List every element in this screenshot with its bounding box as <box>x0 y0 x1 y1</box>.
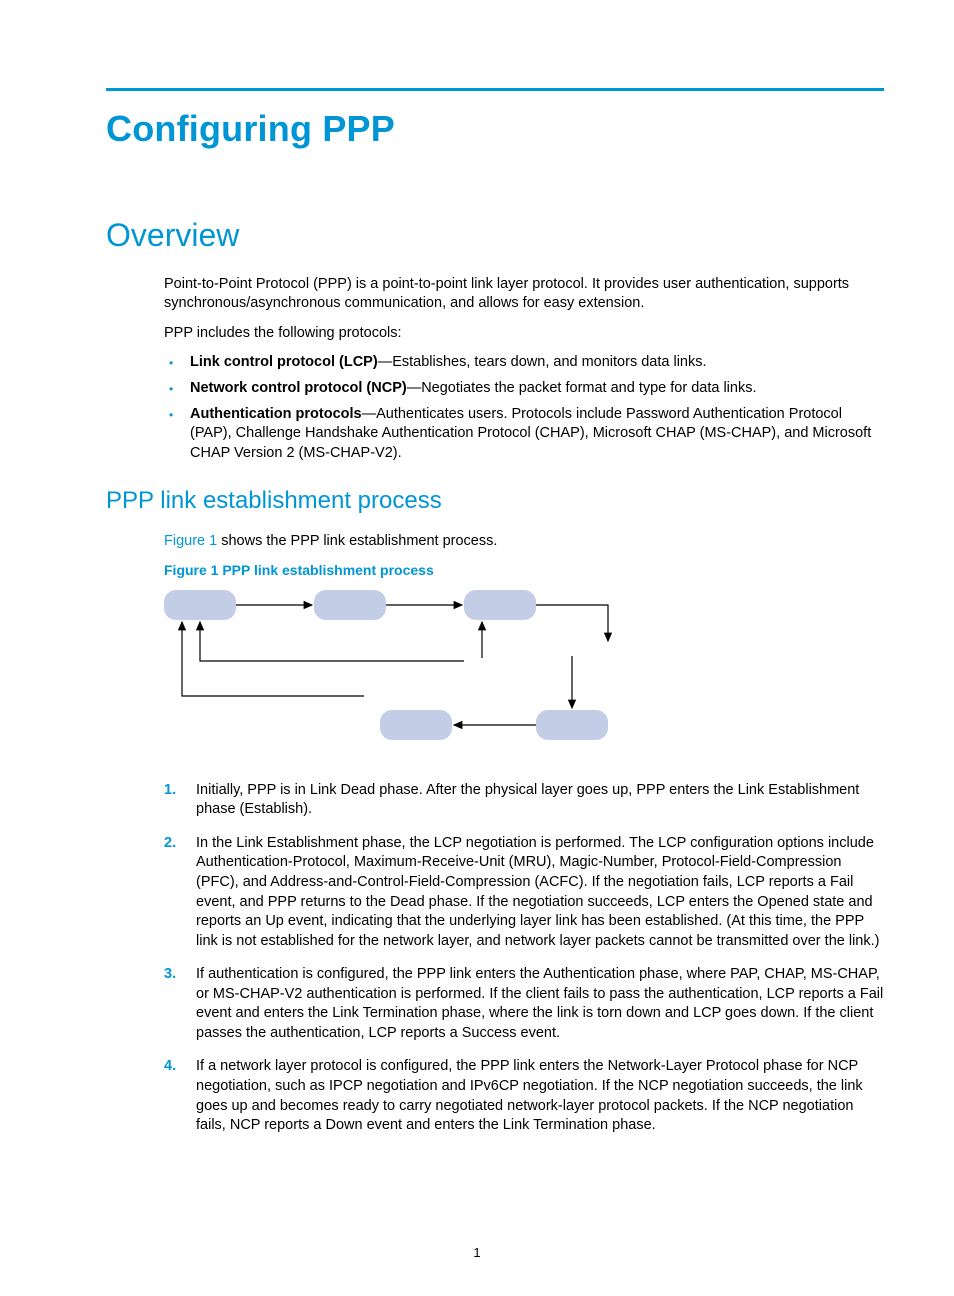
state-diagram <box>164 586 884 763</box>
state-node <box>380 710 452 740</box>
step-item: Initially, PPP is in Link Dead phase. Af… <box>164 781 884 820</box>
overview-heading: Overview <box>106 214 884 257</box>
page-number: 1 <box>0 1244 954 1262</box>
figure-caption: Figure 1 PPP link establishment process <box>164 561 884 580</box>
bullet-bold: Link control protocol (LCP) <box>190 354 378 370</box>
list-item: Link control protocol (LCP)—Establishes,… <box>164 353 884 373</box>
bullet-rest: —Establishes, tears down, and monitors d… <box>378 354 707 370</box>
bullet-bold: Network control protocol (NCP) <box>190 380 407 396</box>
protocol-list: Link control protocol (LCP)—Establishes,… <box>164 353 884 463</box>
state-node <box>464 590 536 620</box>
figure-reference: Figure 1 <box>164 533 217 549</box>
figure-intro-rest: shows the PPP link establishment process… <box>217 533 497 549</box>
step-item: If a network layer protocol is configure… <box>164 1057 884 1135</box>
document-title: Configuring PPP <box>106 105 884 154</box>
arrow <box>182 622 364 696</box>
arrow <box>200 622 464 661</box>
title-rule <box>106 88 884 91</box>
bullet-bold: Authentication protocols <box>190 406 362 422</box>
list-item: Network control protocol (NCP)—Negotiate… <box>164 379 884 399</box>
step-item: In the Link Establishment phase, the LCP… <box>164 834 884 951</box>
state-node <box>314 590 386 620</box>
step-item: If authentication is configured, the PPP… <box>164 965 884 1043</box>
state-node <box>164 590 236 620</box>
link-process-body: Figure 1 shows the PPP link establishmen… <box>164 532 884 1136</box>
overview-body: Point-to-Point Protocol (PPP) is a point… <box>164 275 884 464</box>
arrow <box>536 605 608 641</box>
overview-para-1: Point-to-Point Protocol (PPP) is a point… <box>164 275 884 314</box>
state-node <box>536 710 608 740</box>
step-list: Initially, PPP is in Link Dead phase. Af… <box>164 781 884 1136</box>
overview-para-2: PPP includes the following protocols: <box>164 324 884 344</box>
figure-intro: Figure 1 shows the PPP link establishmen… <box>164 532 884 552</box>
list-item: Authentication protocols—Authenticates u… <box>164 405 884 464</box>
bullet-rest: —Negotiates the packet format and type f… <box>407 380 757 396</box>
link-process-heading: PPP link establishment process <box>106 485 884 517</box>
diagram-svg <box>164 586 684 756</box>
